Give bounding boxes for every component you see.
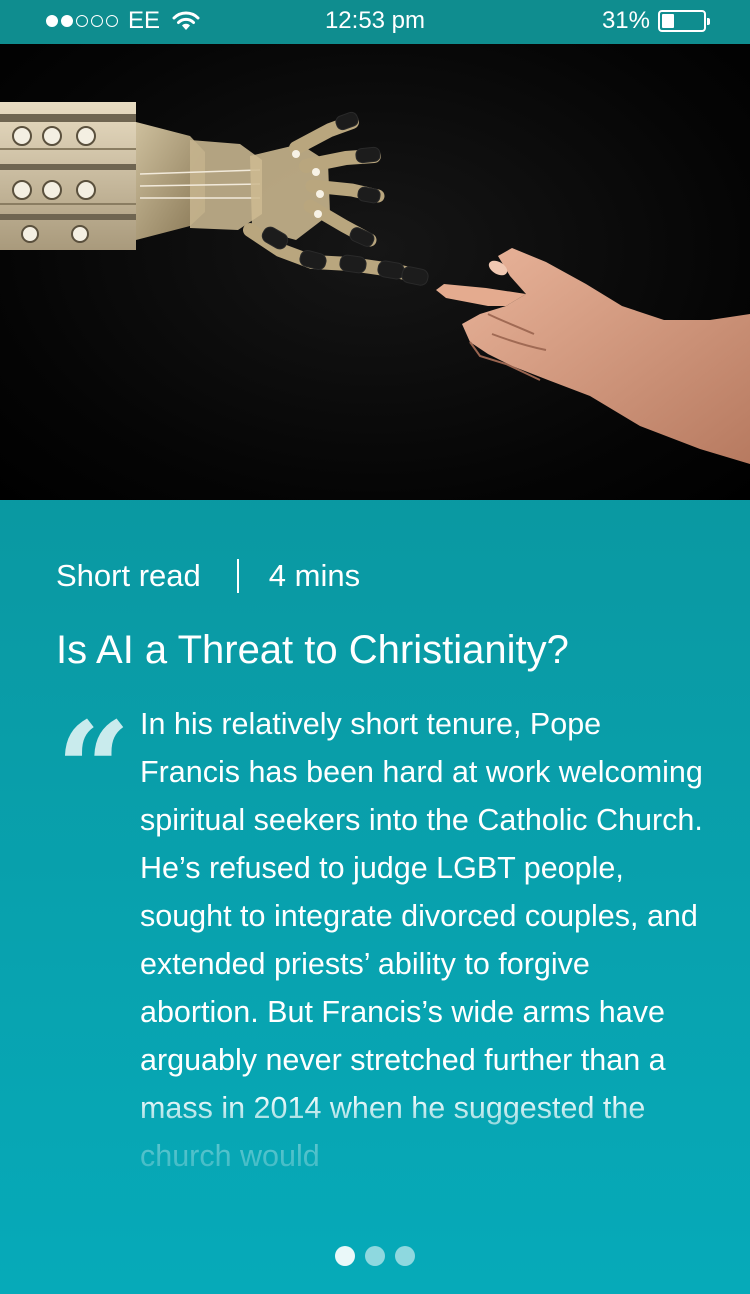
- page-dot-2[interactable]: [365, 1246, 385, 1266]
- status-bar: EE 12:53 pm 31%: [0, 0, 750, 44]
- article-meta: Short read 4 mins: [56, 556, 360, 596]
- battery-percentage: 31%: [601, 7, 650, 34]
- battery-fill: [662, 14, 674, 28]
- article-excerpt-block: “ In his relatively short tenure, Pope F…: [56, 700, 706, 1180]
- page-dot-3[interactable]: [395, 1246, 415, 1266]
- article-excerpt: In his relatively short tenure, Pope Fra…: [140, 707, 703, 1173]
- page-indicator[interactable]: [0, 1246, 750, 1266]
- article-preview-screen: EE 12:53 pm 31% Short read 4 mins Is AI …: [0, 0, 750, 1294]
- hero-image: [0, 44, 750, 500]
- meta-divider: [236, 559, 239, 593]
- robot-hand-illustration: [0, 102, 429, 286]
- battery-icon: [658, 10, 710, 32]
- read-time-label: 4 mins: [268, 558, 361, 593]
- article-card[interactable]: Short read 4 mins Is AI a Threat to Chri…: [0, 500, 750, 1294]
- quote-open-icon: “: [56, 693, 131, 846]
- battery-tip: [707, 18, 710, 25]
- human-hand-illustration: [436, 248, 750, 464]
- article-type-label: Short read: [56, 558, 201, 593]
- status-right: 31%: [601, 6, 710, 36]
- article-title[interactable]: Is AI a Threat to Christianity?: [56, 624, 716, 676]
- page-dot-1[interactable]: [335, 1246, 355, 1266]
